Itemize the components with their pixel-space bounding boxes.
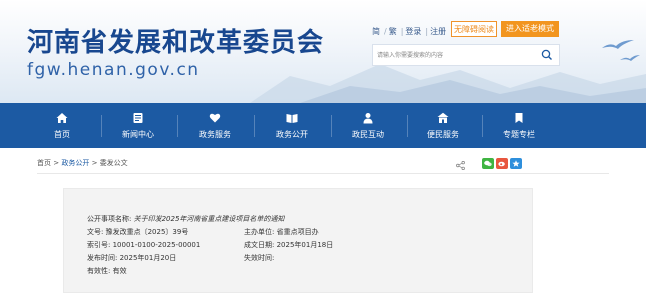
info-date-label: 成文日期: (244, 241, 275, 249)
nav-item-convenience[interactable]: 便民服务 (413, 103, 473, 148)
breadcrumb-sep: > (91, 159, 98, 167)
info-valid-label: 有效性: (87, 267, 111, 275)
info-doc-no-value: 豫发改重点〔2025〕39号 (105, 228, 189, 236)
document-info-box: 公开事项名称: 关于印发2025年河南省重点建设项目名单的通知 文号: 豫发改重… (63, 188, 533, 293)
info-expire-row: 失效时间: (244, 253, 274, 263)
house-service-icon (437, 112, 449, 123)
register-link[interactable]: 注册 (430, 27, 446, 36)
heart-service-icon (209, 113, 221, 123)
info-title-value: 关于印发2025年河南省重点建设项目名单的通知 (133, 215, 285, 223)
info-title-row: 公开事项名称: 关于印发2025年河南省重点建设项目名单的通知 (87, 214, 284, 224)
info-publish-label: 发布时间: (87, 254, 118, 262)
qzone-icon (512, 160, 520, 167)
breadcrumb: 首页 > 政务公开 > 委发公文 (37, 158, 128, 168)
info-index-row: 索引号: 10001-0100-2025-00001 (87, 240, 200, 250)
people-icon (363, 113, 373, 124)
nav-item-label: 政务服务 (199, 130, 231, 139)
info-valid-value: 有效 (112, 267, 127, 275)
nav-item-topics[interactable]: 专题专栏 (489, 103, 549, 148)
breadcrumb-gov-open[interactable]: 政务公开 (61, 159, 89, 167)
info-index-label: 索引号: (87, 241, 111, 249)
nav-item-label: 新闻中心 (122, 130, 154, 139)
info-publish-row: 发布时间: 2025年01月20日 (87, 253, 176, 263)
search-input[interactable] (377, 48, 527, 62)
divider (37, 173, 609, 174)
info-title-label: 公开事项名称: (87, 215, 132, 223)
info-publish-value: 2025年01月20日 (119, 254, 177, 262)
main-nav: 首页 新闻中心 政务服务 政务公开 政民互动 便民服务 专题专栏 (0, 103, 646, 148)
search-icon[interactable] (541, 49, 553, 61)
nav-item-label: 政务公开 (276, 130, 308, 139)
accessibility-button[interactable]: 无障碍阅读 (451, 21, 497, 37)
weibo-icon (498, 161, 505, 167)
site-title[interactable]: 河南省发展和改革委员会 (27, 22, 324, 59)
info-date-row: 成文日期: 2025年01月18日 (244, 240, 333, 250)
nav-item-label: 便民服务 (427, 130, 459, 139)
nav-item-gov-service[interactable]: 政务服务 (185, 103, 245, 148)
breadcrumb-home[interactable]: 首页 (37, 159, 51, 167)
news-icon (133, 113, 143, 123)
nav-item-interaction[interactable]: 政民互动 (338, 103, 398, 148)
traditional-chinese-link[interactable]: 繁 (389, 27, 397, 36)
info-org-row: 主办单位: 省重点项目办 (244, 227, 319, 237)
info-doc-no-label: 文号: (87, 228, 104, 236)
breadcrumb-current[interactable]: 委发公文 (100, 159, 128, 167)
bookmark-icon (515, 113, 523, 123)
info-date-value: 2025年01月18日 (276, 241, 334, 249)
wechat-icon (484, 160, 492, 167)
nav-item-gov-open[interactable]: 政务公开 (262, 103, 322, 148)
share-icon[interactable] (456, 161, 465, 170)
nav-item-label: 专题专栏 (503, 130, 535, 139)
info-valid-row: 有效性: 有效 (87, 266, 127, 276)
nav-item-label: 首页 (54, 130, 70, 139)
home-icon (56, 113, 68, 123)
nav-item-news[interactable]: 新闻中心 (108, 103, 168, 148)
birds-decoration-icon (602, 40, 640, 61)
info-index-value: 10001-0100-2025-00001 (112, 241, 201, 249)
login-link[interactable]: 登录 (405, 27, 421, 36)
site-header: 河南省发展和改革委员会 fgw.henan.gov.cn 简 / 繁 | 登录 | 注册 无… (0, 0, 646, 103)
open-book-icon (286, 114, 298, 123)
info-expire-label: 失效时间: (244, 254, 275, 262)
simplified-chinese-link[interactable]: 简 (372, 27, 380, 36)
qzone-share-button[interactable] (510, 158, 522, 169)
info-org-value: 省重点项目办 (276, 228, 319, 236)
top-links: 简 / 繁 | 登录 | 注册 (372, 27, 447, 36)
info-doc-no-row: 文号: 豫发改重点〔2025〕39号 (87, 227, 188, 237)
info-org-label: 主办单位: (244, 228, 275, 236)
elder-mode-button[interactable]: 进入适老模式 (501, 21, 559, 37)
nav-item-home[interactable]: 首页 (32, 103, 92, 148)
weibo-share-button[interactable] (496, 158, 508, 169)
site-domain: fgw.henan.gov.cn (27, 60, 200, 80)
nav-item-label: 政民互动 (352, 130, 384, 139)
wechat-share-button[interactable] (482, 158, 494, 169)
search-box (372, 44, 560, 66)
breadcrumb-sep: > (53, 159, 60, 167)
